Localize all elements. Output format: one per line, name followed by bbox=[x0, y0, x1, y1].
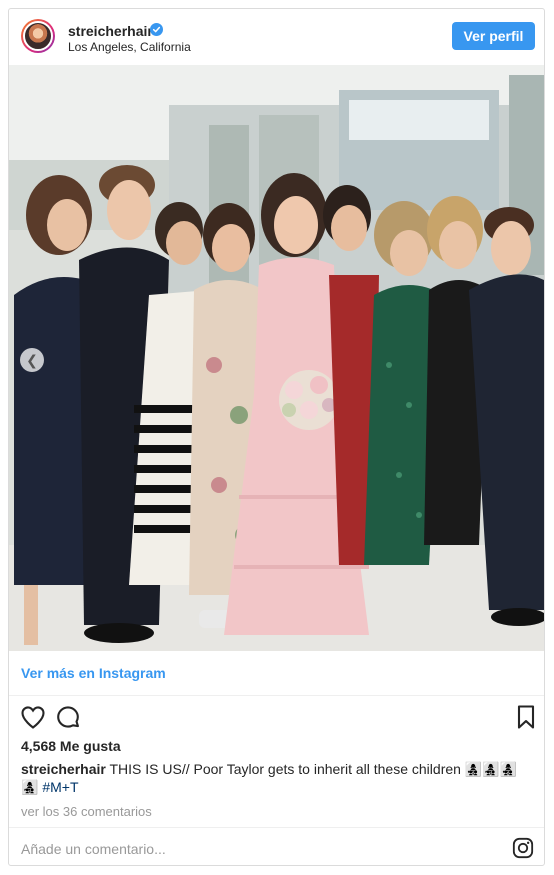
view-comments-link[interactable]: ver los 36 comentarios bbox=[21, 804, 152, 819]
view-profile-button[interactable]: Ver perfil bbox=[452, 22, 535, 50]
caption-username[interactable]: streicherhair bbox=[21, 761, 106, 777]
add-comment-bar: Añade un comentario... bbox=[9, 827, 544, 867]
location-link[interactable]: Los Angeles, California bbox=[68, 40, 191, 54]
see-more-section: Ver más en Instagram bbox=[9, 651, 544, 696]
likes-count[interactable]: 4,568 Me gusta bbox=[21, 738, 121, 754]
caption: streicherhair THIS IS US// Poor Taylor g… bbox=[21, 760, 533, 796]
see-more-on-instagram-link[interactable]: Ver más en Instagram bbox=[21, 665, 166, 681]
caption-hashtag[interactable]: #M+T bbox=[42, 779, 78, 795]
add-comment-input[interactable]: Añade un comentario... bbox=[21, 841, 166, 857]
action-bar bbox=[9, 699, 544, 739]
carousel-prev-button[interactable]: ❮ bbox=[20, 348, 44, 372]
post-header: streicherhair Los Angeles, California Ve… bbox=[9, 9, 544, 65]
photo-illustration bbox=[9, 65, 544, 651]
instagram-logo-icon[interactable] bbox=[512, 837, 534, 859]
avatar[interactable] bbox=[21, 19, 55, 53]
avatar-image bbox=[23, 21, 53, 51]
heart-icon[interactable] bbox=[19, 703, 47, 731]
comment-bubble-icon[interactable] bbox=[54, 703, 82, 731]
bookmark-icon[interactable] bbox=[512, 703, 540, 731]
username[interactable]: streicherhair bbox=[68, 23, 153, 39]
instagram-embed-card: streicherhair Los Angeles, California Ve… bbox=[8, 8, 545, 866]
chevron-left-icon: ❮ bbox=[26, 351, 38, 368]
verified-badge-icon bbox=[150, 23, 163, 36]
post-photo[interactable]: ❮ bbox=[9, 65, 544, 651]
